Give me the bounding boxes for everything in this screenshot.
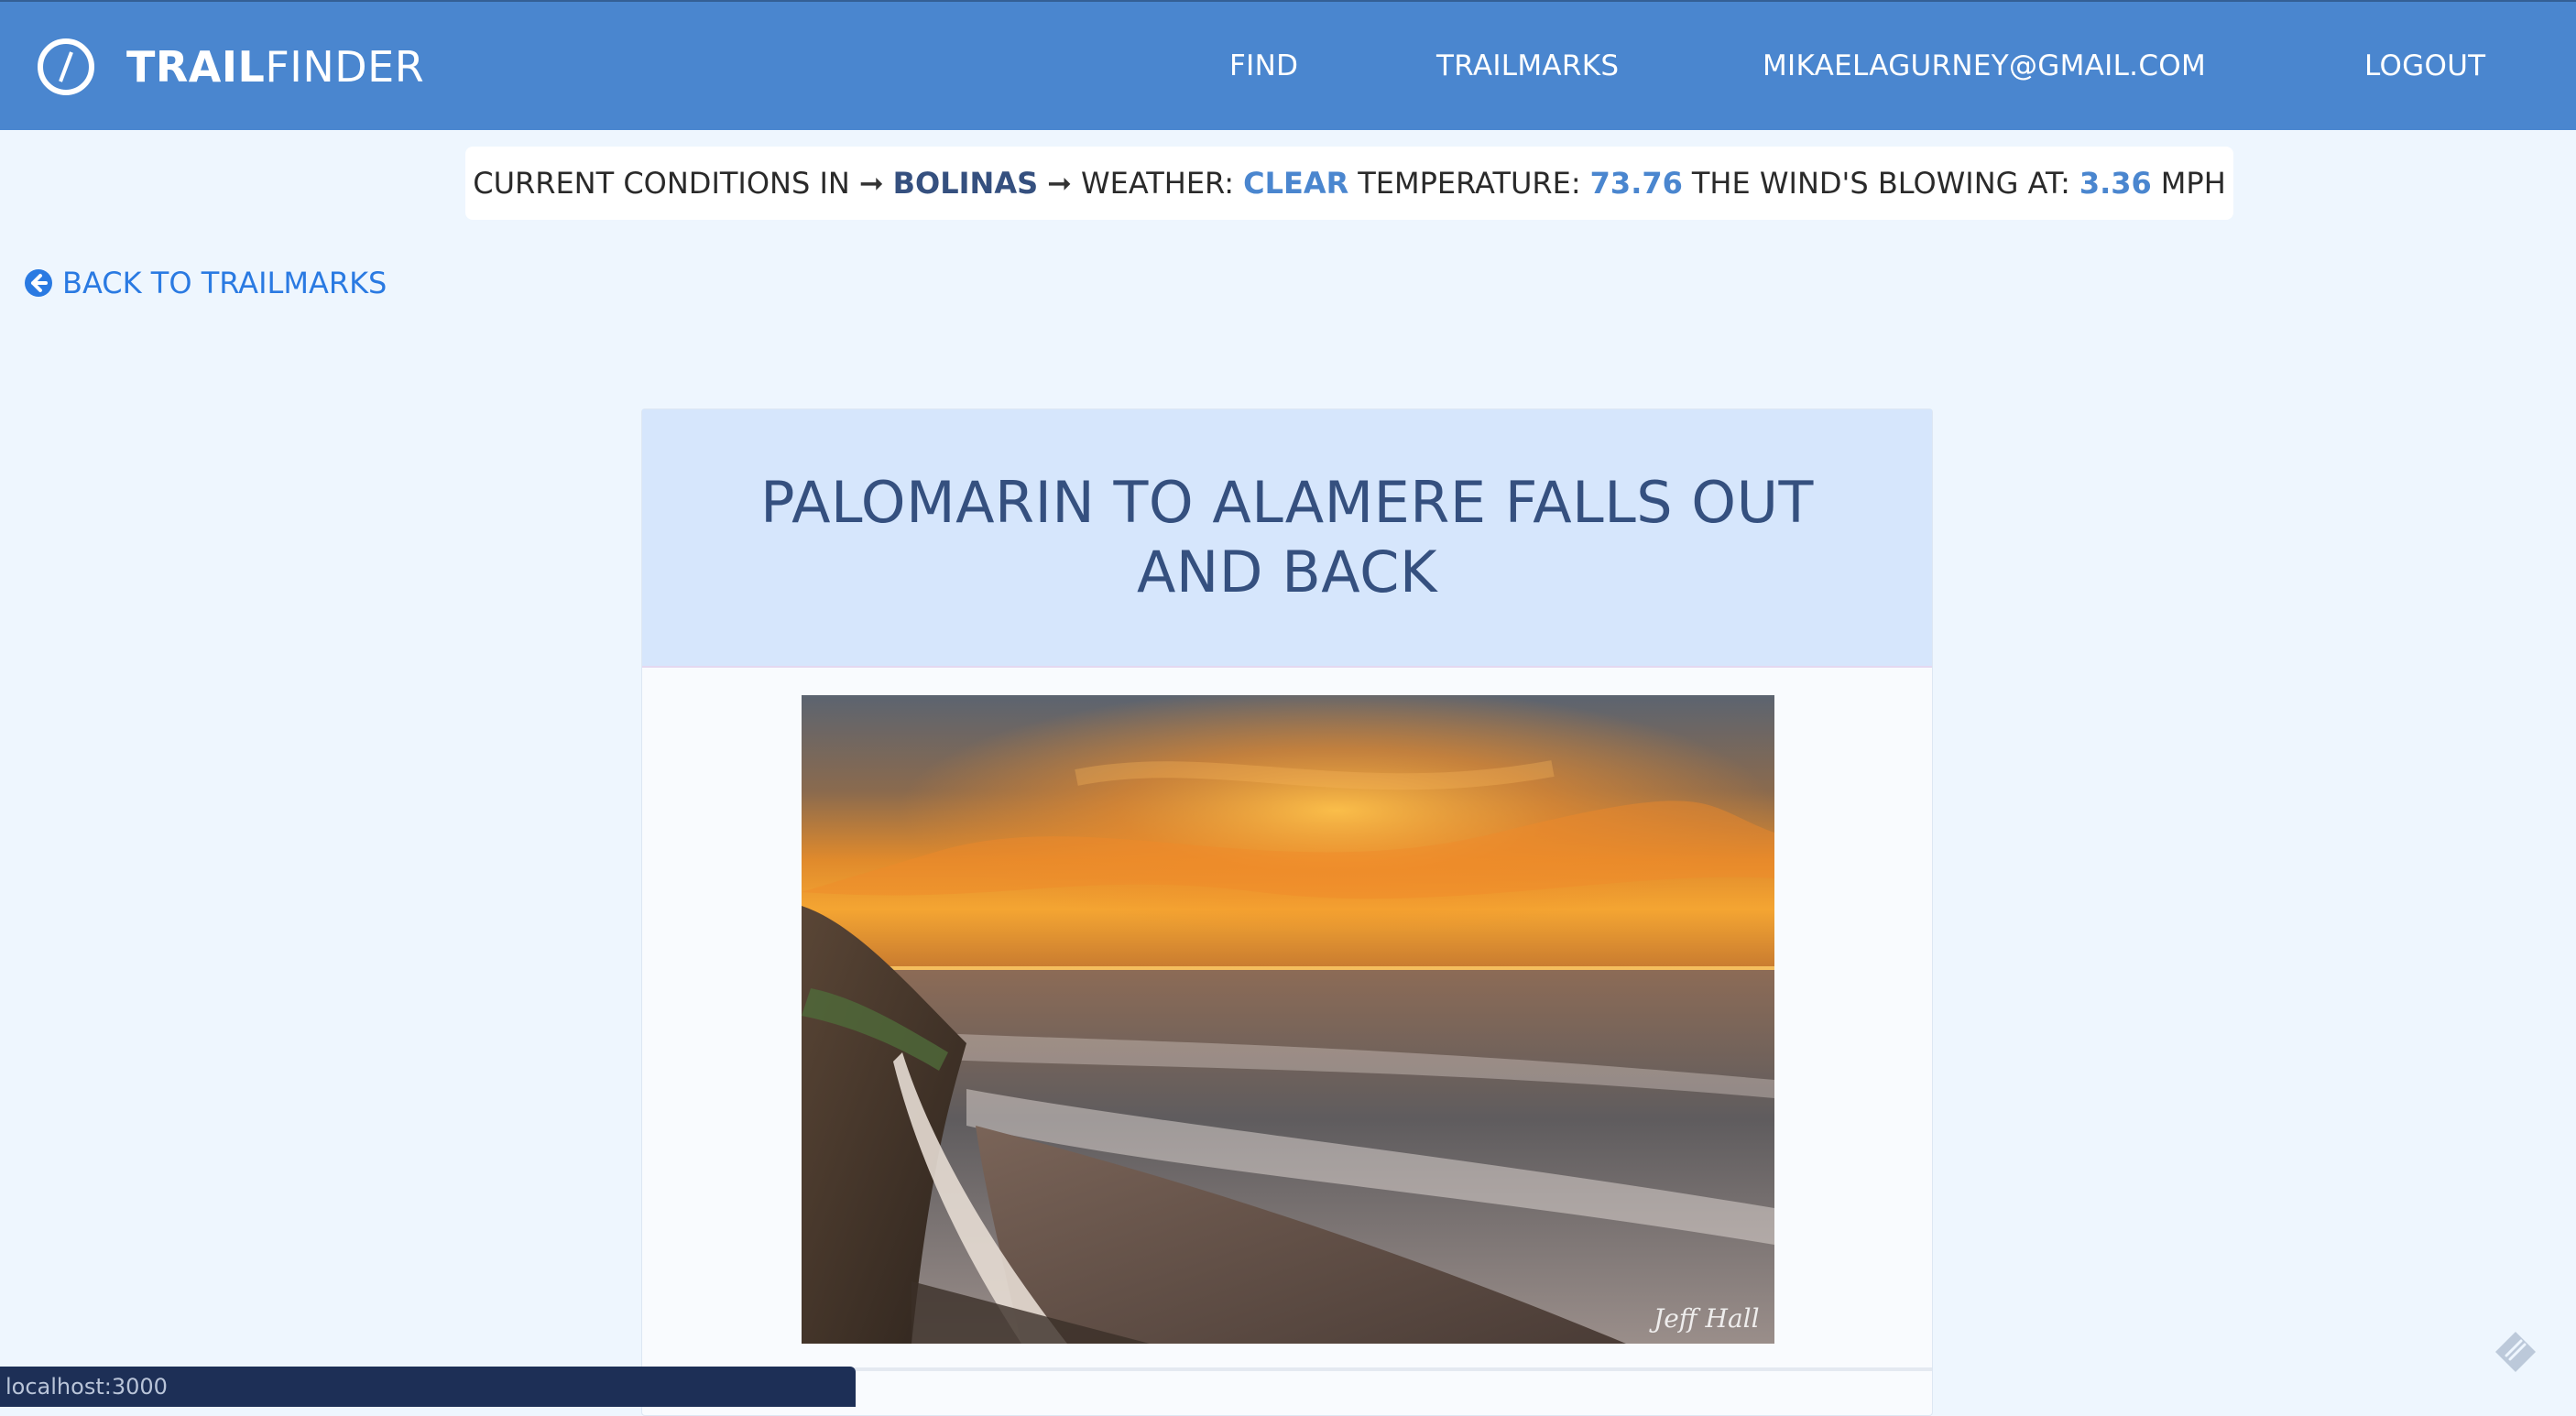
current-conditions-bar: CURRENT CONDITIONS IN ➞ BOLINAS ➞ WEATHE… — [465, 147, 2233, 220]
wind-label: THE WIND'S BLOWING AT: — [1691, 166, 2070, 201]
back-to-trailmarks-link[interactable]: BACK TO TRAILMARKS — [24, 266, 387, 300]
weather-value: CLEAR — [1243, 166, 1349, 201]
wind-unit: MPH — [2160, 166, 2226, 201]
trail-photo: Jeff Hall — [802, 695, 1774, 1344]
feather-icon[interactable] — [2490, 1326, 2541, 1378]
photo-credit-watermark: Jeff Hall — [1649, 1303, 1760, 1334]
trail-card: PALOMARIN TO ALAMERE FALLS OUT AND BACK — [641, 408, 1933, 1416]
brand-name-strong: TRAIL — [126, 42, 266, 92]
trail-title: PALOMARIN TO ALAMERE FALLS OUT AND BACK — [760, 469, 1814, 605]
back-link-label: BACK TO TRAILMARKS — [62, 266, 387, 300]
brand-name-light: FINDER — [265, 42, 425, 92]
temperature-value: 73.76 — [1589, 166, 1683, 201]
conditions-prefix: CURRENT CONDITIONS IN — [473, 166, 850, 201]
nav-user-email[interactable]: MIKAELAGURNEY@GMAIL.COM — [1763, 49, 2206, 82]
nav-find[interactable]: FIND — [1229, 49, 1298, 82]
nav-logout[interactable]: LOGOUT — [2364, 49, 2485, 82]
nav-links: FIND TRAILMARKS MIKAELAGURNEY@GMAIL.COM … — [1147, 2, 2576, 132]
weather-label: WEATHER: — [1080, 166, 1235, 201]
temperature-label: TEMPERATURE: — [1358, 166, 1581, 201]
brand-name: TRAILFINDER — [126, 42, 424, 92]
nav-trailmarks[interactable]: TRAILMARKS — [1436, 49, 1619, 82]
navbar: TRAILFINDER FIND TRAILMARKS MIKAELAGURNE… — [0, 0, 2576, 130]
trail-card-header: PALOMARIN TO ALAMERE FALLS OUT AND BACK — [642, 409, 1932, 668]
sunset-waterfall-image: Jeff Hall — [802, 695, 1774, 1344]
arrow-circle-left-icon — [25, 269, 52, 297]
arrow-right-icon: ➞ — [1047, 166, 1072, 201]
browser-status-bar: localhost:3000 — [0, 1367, 856, 1407]
brand-logo[interactable]: TRAILFINDER — [35, 33, 424, 101]
compass-icon — [38, 38, 94, 95]
arrow-right-icon: ➞ — [858, 166, 884, 201]
wind-value: 3.36 — [2079, 166, 2152, 201]
conditions-city: BOLINAS — [892, 166, 1039, 201]
